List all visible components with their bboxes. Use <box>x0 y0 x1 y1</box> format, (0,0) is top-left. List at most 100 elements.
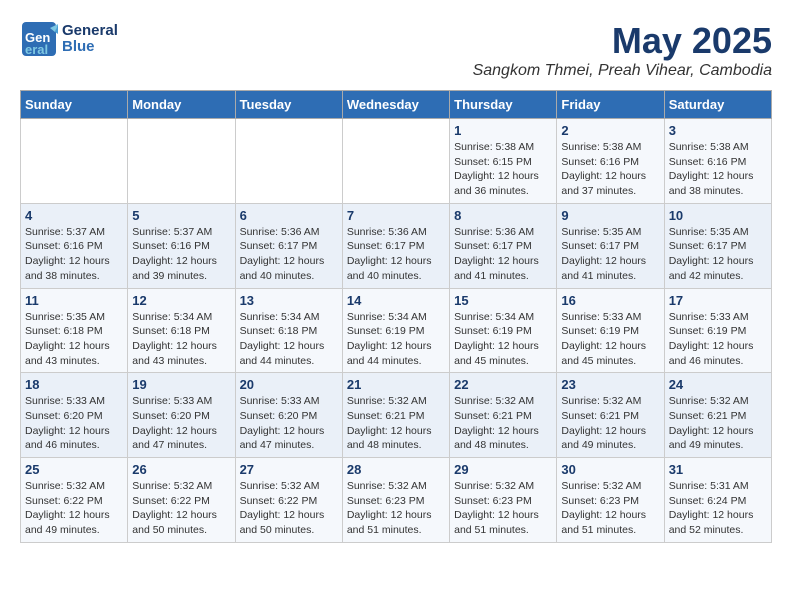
day-info: Sunrise: 5:31 AMSunset: 6:24 PMDaylight:… <box>669 479 767 538</box>
day-info: Sunrise: 5:33 AMSunset: 6:20 PMDaylight:… <box>132 394 230 453</box>
day-number: 13 <box>240 293 338 308</box>
day-info: Sunrise: 5:32 AMSunset: 6:23 PMDaylight:… <box>561 479 659 538</box>
day-number: 5 <box>132 208 230 223</box>
weekday-header-monday: Monday <box>128 91 235 119</box>
day-info: Sunrise: 5:34 AMSunset: 6:18 PMDaylight:… <box>132 310 230 369</box>
weekday-header-tuesday: Tuesday <box>235 91 342 119</box>
day-info: Sunrise: 5:36 AMSunset: 6:17 PMDaylight:… <box>454 225 552 284</box>
day-info: Sunrise: 5:34 AMSunset: 6:18 PMDaylight:… <box>240 310 338 369</box>
calendar-week-row: 4 Sunrise: 5:37 AMSunset: 6:16 PMDaylight… <box>21 203 772 288</box>
day-number: 24 <box>669 377 767 392</box>
calendar-cell: 11 Sunrise: 5:35 AMSunset: 6:18 PMDayligh… <box>21 288 128 373</box>
weekday-header-friday: Friday <box>557 91 664 119</box>
day-number: 4 <box>25 208 123 223</box>
day-info: Sunrise: 5:34 AMSunset: 6:19 PMDaylight:… <box>454 310 552 369</box>
calendar-cell: 6 Sunrise: 5:36 AMSunset: 6:17 PMDaylight… <box>235 203 342 288</box>
calendar-header-row: SundayMondayTuesdayWednesdayThursdayFrid… <box>21 91 772 119</box>
weekday-header-sunday: Sunday <box>21 91 128 119</box>
day-number: 11 <box>25 293 123 308</box>
day-info: Sunrise: 5:37 AMSunset: 6:16 PMDaylight:… <box>25 225 123 284</box>
calendar-cell: 21 Sunrise: 5:32 AMSunset: 6:21 PMDayligh… <box>342 373 449 458</box>
calendar-cell: 4 Sunrise: 5:37 AMSunset: 6:16 PMDaylight… <box>21 203 128 288</box>
calendar-cell: 24 Sunrise: 5:32 AMSunset: 6:21 PMDayligh… <box>664 373 771 458</box>
weekday-header-saturday: Saturday <box>664 91 771 119</box>
calendar-cell: 5 Sunrise: 5:37 AMSunset: 6:16 PMDaylight… <box>128 203 235 288</box>
day-number: 9 <box>561 208 659 223</box>
logo-text-blue: Blue <box>62 39 118 56</box>
day-info: Sunrise: 5:32 AMSunset: 6:22 PMDaylight:… <box>132 479 230 538</box>
calendar-cell: 7 Sunrise: 5:36 AMSunset: 6:17 PMDaylight… <box>342 203 449 288</box>
calendar-cell <box>342 119 449 204</box>
calendar-cell: 16 Sunrise: 5:33 AMSunset: 6:19 PMDayligh… <box>557 288 664 373</box>
calendar-cell: 27 Sunrise: 5:32 AMSunset: 6:22 PMDayligh… <box>235 458 342 543</box>
day-info: Sunrise: 5:35 AMSunset: 6:17 PMDaylight:… <box>669 225 767 284</box>
day-number: 8 <box>454 208 552 223</box>
day-number: 26 <box>132 462 230 477</box>
day-info: Sunrise: 5:36 AMSunset: 6:17 PMDaylight:… <box>347 225 445 284</box>
day-info: Sunrise: 5:32 AMSunset: 6:21 PMDaylight:… <box>669 394 767 453</box>
weekday-header-wednesday: Wednesday <box>342 91 449 119</box>
day-number: 17 <box>669 293 767 308</box>
day-number: 31 <box>669 462 767 477</box>
calendar-cell: 18Sunrise: 5:33 AMSunset: 6:20 PMDayligh… <box>21 373 128 458</box>
calendar-cell: 29Sunrise: 5:32 AMSunset: 6:23 PMDayligh… <box>450 458 557 543</box>
calendar-cell: 15Sunrise: 5:34 AMSunset: 6:19 PMDayligh… <box>450 288 557 373</box>
day-number: 25 <box>25 462 123 477</box>
day-info: Sunrise: 5:32 AMSunset: 6:22 PMDaylight:… <box>240 479 338 538</box>
calendar-cell: 10Sunrise: 5:35 AMSunset: 6:17 PMDayligh… <box>664 203 771 288</box>
day-info: Sunrise: 5:37 AMSunset: 6:16 PMDaylight:… <box>132 225 230 284</box>
calendar-cell: 30 Sunrise: 5:32 AMSunset: 6:23 PMDayligh… <box>557 458 664 543</box>
day-info: Sunrise: 5:36 AMSunset: 6:17 PMDaylight:… <box>240 225 338 284</box>
calendar-table: SundayMondayTuesdayWednesdayThursdayFrid… <box>20 90 772 543</box>
day-info: Sunrise: 5:33 AMSunset: 6:19 PMDaylight:… <box>561 310 659 369</box>
day-number: 23 <box>561 377 659 392</box>
calendar-cell: 28 Sunrise: 5:32 AMSunset: 6:23 PMDayligh… <box>342 458 449 543</box>
day-info: Sunrise: 5:35 AMSunset: 6:17 PMDaylight:… <box>561 225 659 284</box>
calendar-cell: 26 Sunrise: 5:32 AMSunset: 6:22 PMDayligh… <box>128 458 235 543</box>
calendar-cell: 23 Sunrise: 5:32 AMSunset: 6:21 PMDayligh… <box>557 373 664 458</box>
calendar-cell: 3Sunrise: 5:38 AMSunset: 6:16 PMDaylight… <box>664 119 771 204</box>
page-header: Gen eral General Blue May 2025 Sangkom T… <box>20 20 772 80</box>
calendar-week-row: 18Sunrise: 5:33 AMSunset: 6:20 PMDayligh… <box>21 373 772 458</box>
day-info: Sunrise: 5:33 AMSunset: 6:19 PMDaylight:… <box>669 310 767 369</box>
day-number: 12 <box>132 293 230 308</box>
day-info: Sunrise: 5:32 AMSunset: 6:22 PMDaylight:… <box>25 479 123 538</box>
weekday-header-thursday: Thursday <box>450 91 557 119</box>
calendar-cell: 2 Sunrise: 5:38 AMSunset: 6:16 PMDaylight… <box>557 119 664 204</box>
calendar-week-row: 1 Sunrise: 5:38 AMSunset: 6:15 PMDaylight… <box>21 119 772 204</box>
calendar-cell <box>128 119 235 204</box>
day-number: 22 <box>454 377 552 392</box>
day-number: 6 <box>240 208 338 223</box>
calendar-cell <box>21 119 128 204</box>
day-info: Sunrise: 5:33 AMSunset: 6:20 PMDaylight:… <box>25 394 123 453</box>
day-info: Sunrise: 5:32 AMSunset: 6:23 PMDaylight:… <box>454 479 552 538</box>
calendar-cell <box>235 119 342 204</box>
logo: Gen eral General Blue <box>20 20 118 58</box>
calendar-cell: 13 Sunrise: 5:34 AMSunset: 6:18 PMDayligh… <box>235 288 342 373</box>
day-number: 14 <box>347 293 445 308</box>
day-info: Sunrise: 5:38 AMSunset: 6:16 PMDaylight:… <box>669 140 767 199</box>
calendar-cell: 1 Sunrise: 5:38 AMSunset: 6:15 PMDaylight… <box>450 119 557 204</box>
logo-text-general: General <box>62 23 118 40</box>
day-info: Sunrise: 5:32 AMSunset: 6:21 PMDaylight:… <box>347 394 445 453</box>
day-number: 27 <box>240 462 338 477</box>
day-number: 2 <box>561 123 659 138</box>
day-number: 21 <box>347 377 445 392</box>
calendar-week-row: 25 Sunrise: 5:32 AMSunset: 6:22 PMDayligh… <box>21 458 772 543</box>
title-section: May 2025 Sangkom Thmei, Preah Vihear, Ca… <box>473 20 772 80</box>
day-info: Sunrise: 5:32 AMSunset: 6:23 PMDaylight:… <box>347 479 445 538</box>
day-number: 28 <box>347 462 445 477</box>
calendar-cell: 12 Sunrise: 5:34 AMSunset: 6:18 PMDayligh… <box>128 288 235 373</box>
calendar-cell: 19Sunrise: 5:33 AMSunset: 6:20 PMDayligh… <box>128 373 235 458</box>
svg-text:eral: eral <box>25 42 48 57</box>
day-number: 16 <box>561 293 659 308</box>
day-number: 30 <box>561 462 659 477</box>
day-info: Sunrise: 5:38 AMSunset: 6:16 PMDaylight:… <box>561 140 659 199</box>
day-number: 1 <box>454 123 552 138</box>
day-info: Sunrise: 5:33 AMSunset: 6:20 PMDaylight:… <box>240 394 338 453</box>
day-info: Sunrise: 5:32 AMSunset: 6:21 PMDaylight:… <box>561 394 659 453</box>
calendar-cell: 31 Sunrise: 5:31 AMSunset: 6:24 PMDayligh… <box>664 458 771 543</box>
day-info: Sunrise: 5:35 AMSunset: 6:18 PMDaylight:… <box>25 310 123 369</box>
day-number: 7 <box>347 208 445 223</box>
day-info: Sunrise: 5:38 AMSunset: 6:15 PMDaylight:… <box>454 140 552 199</box>
